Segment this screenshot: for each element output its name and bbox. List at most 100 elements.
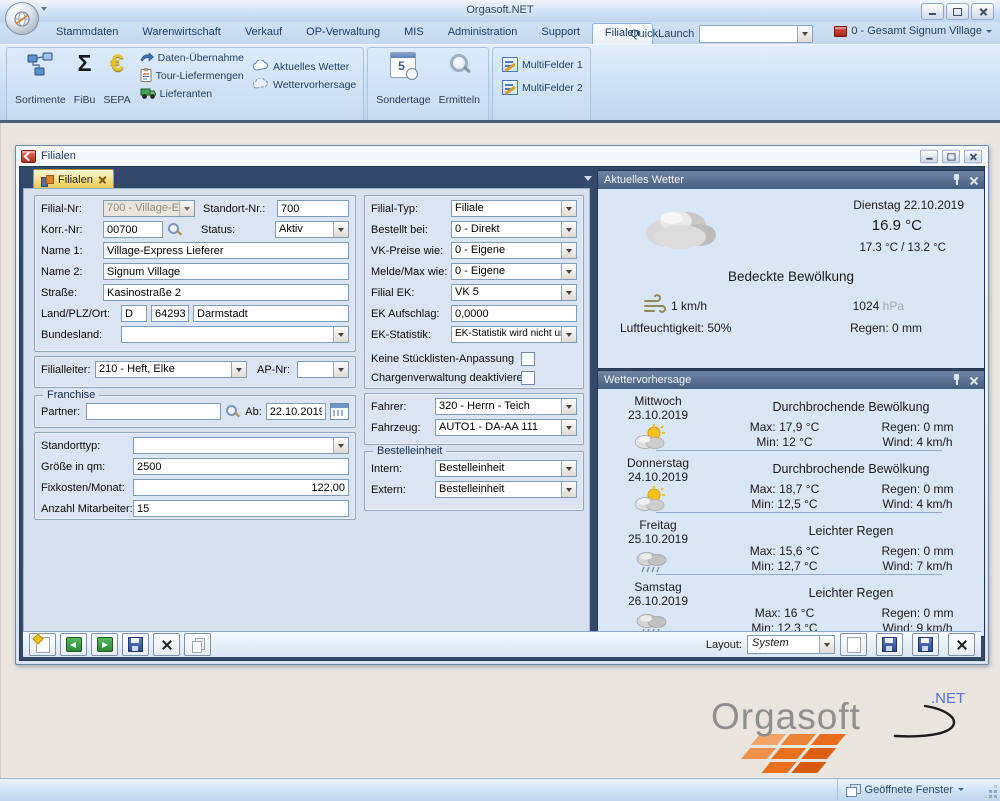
previous-record-button[interactable] (60, 633, 87, 656)
dropdown-button[interactable] (561, 399, 576, 414)
filialleiter-combobox[interactable]: 210 - Heft, Elke (95, 361, 247, 378)
pin-icon[interactable] (952, 374, 961, 386)
tab-list-dropdown-icon[interactable] (584, 176, 592, 181)
sepa-button[interactable]: € SEPA (99, 49, 134, 107)
fibu-button[interactable]: Σ FiBu (70, 49, 100, 107)
sortimente-button[interactable]: Sortimente (11, 49, 70, 107)
dropdown-button[interactable] (561, 420, 576, 435)
partner-input[interactable] (86, 403, 222, 420)
filial-nr-combobox[interactable]: 700 - Village-Expr (103, 200, 195, 217)
name1-input[interactable] (103, 242, 349, 259)
tab-administration[interactable]: Administration (436, 22, 530, 44)
bestellt-bei-combobox[interactable]: 0 - Direkt (451, 221, 577, 238)
mitarbeiter-input[interactable] (133, 500, 349, 517)
tab-verkauf[interactable]: Verkauf (233, 22, 294, 44)
quicklaunch-dropdown-button[interactable] (797, 26, 812, 42)
search-icon[interactable] (167, 222, 182, 237)
dropdown-button[interactable] (561, 461, 576, 476)
filial-typ-combobox[interactable]: Filiale (451, 200, 577, 217)
melde-max-combobox[interactable]: 0 - Eigene (451, 263, 577, 280)
tab-support[interactable]: Support (529, 22, 592, 44)
maximize-button[interactable] (946, 3, 969, 20)
save-record-button[interactable] (122, 633, 149, 656)
search-icon[interactable] (225, 404, 240, 419)
land-input[interactable] (121, 305, 147, 322)
inner-close-button[interactable] (964, 149, 982, 163)
multifelder2-button[interactable]: MultiFelder 2 (499, 79, 586, 96)
status-combobox[interactable]: Aktiv (275, 221, 349, 238)
bundesland-combobox[interactable] (121, 326, 349, 343)
dropdown-button[interactable] (561, 482, 576, 497)
copy-record-button[interactable] (184, 633, 211, 656)
tab-close-icon[interactable] (98, 176, 106, 184)
sondertage-button[interactable]: 5 Sondertage (372, 49, 434, 107)
vk-preise-combobox[interactable]: 0 - Eigene (451, 242, 577, 259)
dropdown-button[interactable] (561, 201, 576, 216)
dropdown-button[interactable] (179, 201, 194, 216)
lieferanten-button[interactable]: Lieferanten (137, 86, 247, 103)
ek-aufschlag-input[interactable] (451, 305, 577, 322)
pin-icon[interactable] (952, 174, 961, 186)
dropdown-button[interactable] (561, 285, 576, 300)
cancel-record-button[interactable] (153, 633, 180, 656)
calendar-picker-icon[interactable] (330, 403, 349, 420)
tab-mis[interactable]: MIS (392, 22, 436, 44)
ermitteln-button[interactable]: Ermitteln (435, 49, 484, 107)
layout-delete-button[interactable] (948, 633, 975, 656)
tab-stammdaten[interactable]: Stammdaten (44, 22, 130, 44)
ap-nr-combobox[interactable] (297, 361, 349, 378)
dropdown-button[interactable] (819, 636, 834, 653)
close-icon[interactable] (969, 176, 978, 185)
resize-grip[interactable] (985, 786, 997, 798)
ek-statistik-combobox[interactable]: EK-Statistik wird nicht umgelagert (451, 326, 577, 343)
close-button[interactable] (971, 3, 994, 20)
quicklaunch-combobox[interactable] (699, 25, 813, 43)
aktuelles-wetter-button[interactable]: Aktuelles Wetter (249, 59, 359, 76)
name2-input[interactable] (103, 263, 349, 280)
tour-liefermengen-button[interactable]: Tour-Liefermengen (137, 68, 247, 85)
filialen-window-titlebar[interactable]: Filialen (16, 146, 988, 166)
chargen-checkbox[interactable] (521, 371, 535, 385)
standort-nr-input[interactable] (277, 200, 349, 217)
dropdown-button[interactable] (561, 222, 576, 237)
open-windows-button[interactable]: Geöffnete Fenster (837, 779, 972, 800)
dropdown-button[interactable] (231, 362, 246, 377)
plz-input[interactable] (151, 305, 189, 322)
fahrer-combobox[interactable]: 320 - Herrn - Teich (435, 398, 577, 415)
document-tab-filialen[interactable]: Filialen (33, 169, 114, 189)
layout-save-as-button[interactable] (912, 633, 939, 656)
dropdown-button[interactable] (561, 264, 576, 279)
daten-uebernahme-button[interactable]: Daten-Übernahme (137, 50, 247, 67)
layout-new-button[interactable] (840, 633, 867, 656)
inner-maximize-button[interactable] (942, 149, 960, 163)
ab-date-input[interactable] (266, 403, 326, 420)
fahrzeug-combobox[interactable]: AUTO1 - DA-AA 111 (435, 419, 577, 436)
new-record-button[interactable] (29, 633, 56, 656)
ort-input[interactable] (193, 305, 349, 322)
dropdown-button[interactable] (333, 222, 348, 237)
minimize-button[interactable] (921, 3, 944, 20)
multifelder1-button[interactable]: MultiFelder 1 (499, 56, 586, 73)
layout-combobox[interactable]: System (747, 635, 835, 654)
inner-minimize-button[interactable] (920, 149, 938, 163)
dropdown-button[interactable] (333, 438, 348, 453)
wettervorhersage-button[interactable]: Wettervorhersage (249, 77, 359, 94)
close-icon[interactable] (969, 376, 978, 385)
intern-combobox[interactable]: Bestelleinheit (435, 460, 577, 477)
fixkosten-input[interactable] (133, 479, 349, 496)
strasse-input[interactable] (103, 284, 349, 301)
application-menu-orb[interactable] (5, 2, 39, 35)
dropdown-button[interactable] (561, 327, 576, 342)
korr-nr-input[interactable] (103, 221, 163, 238)
extern-combobox[interactable]: Bestelleinheit (435, 481, 577, 498)
standorttyp-combobox[interactable] (133, 437, 349, 454)
branch-selector[interactable]: 0 - Gesamt Signum Village (834, 25, 992, 37)
wettervorhersage-header[interactable]: Wettervorhersage (598, 371, 984, 389)
filial-ek-combobox[interactable]: VK 5 (451, 284, 577, 301)
layout-save-button[interactable] (876, 633, 903, 656)
keine-stuecklisten-checkbox[interactable] (521, 352, 535, 366)
next-record-button[interactable] (91, 633, 118, 656)
tab-op-verwaltung[interactable]: OP-Verwaltung (294, 22, 392, 44)
groesse-input[interactable] (133, 458, 349, 475)
dropdown-button[interactable] (561, 243, 576, 258)
